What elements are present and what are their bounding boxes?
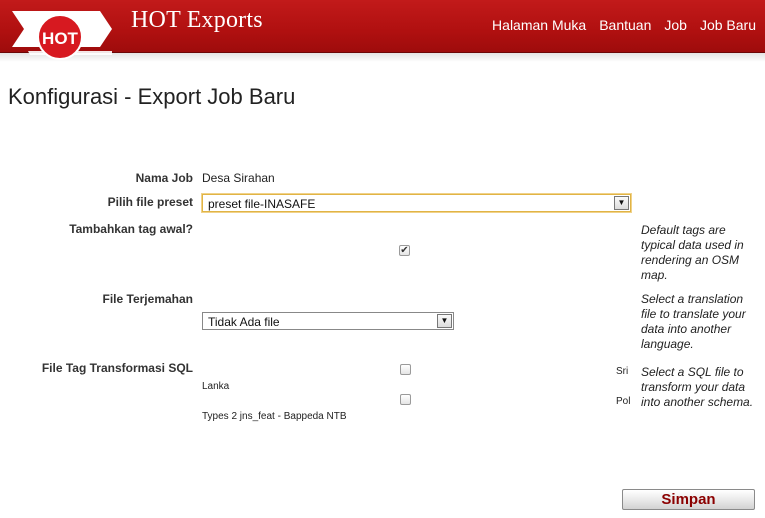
logo-text: HOT: [42, 29, 79, 48]
default-tags-label: Tambahkan tag awal?: [69, 222, 193, 236]
translation-label: File Terjemahan: [102, 292, 193, 306]
chevron-down-icon[interactable]: ▼: [614, 196, 629, 210]
main-nav: Halaman Muka Bantuan Job Job Baru: [492, 17, 756, 33]
translation-selected-value: Tidak Ada file: [208, 315, 280, 329]
app-title: HOT Exports: [131, 7, 263, 33]
sql-option-prefix-1: Sri: [616, 366, 629, 377]
job-name-value: Desa Sirahan: [202, 171, 275, 185]
nav-job[interactable]: Job: [664, 17, 687, 33]
header-shadow: [0, 52, 765, 62]
nav-new-job[interactable]: Job Baru: [700, 17, 756, 33]
translation-help: Select a translation file to translate y…: [641, 292, 746, 351]
sql-option-label-2: Types 2 jns_feat - Bappeda NTB: [202, 411, 347, 422]
check-icon: ✔: [400, 245, 409, 256]
chevron-down-icon[interactable]: ▼: [437, 314, 452, 328]
hot-logo[interactable]: HOT: [8, 3, 114, 65]
sql-option-checkbox-2[interactable]: [400, 394, 411, 405]
save-button[interactable]: Simpan: [622, 489, 755, 510]
sql-option-checkbox-1[interactable]: [400, 364, 411, 375]
sql-option-label-1: Lanka: [202, 381, 230, 392]
sql-transform-help: Select a SQL file to transform your data…: [641, 365, 754, 409]
preset-select[interactable]: preset file-INASAFE ▼: [202, 194, 631, 212]
nav-home[interactable]: Halaman Muka: [492, 17, 586, 33]
preset-selected-value: preset file-INASAFE: [208, 197, 316, 211]
nav-help[interactable]: Bantuan: [599, 17, 651, 33]
default-tags-checkbox[interactable]: ✔: [399, 245, 410, 256]
translation-select[interactable]: Tidak Ada file ▼: [202, 312, 454, 330]
sql-transform-label: File Tag Transformasi SQL: [41, 361, 193, 375]
sql-option-prefix-2: Pol: [616, 396, 631, 407]
preset-label: Pilih file preset: [107, 195, 193, 209]
job-name-label: Nama Job: [135, 171, 193, 185]
page-title: Konfigurasi - Export Job Baru: [8, 84, 296, 109]
default-tags-help: Default tags are typical data used in re…: [641, 223, 744, 282]
